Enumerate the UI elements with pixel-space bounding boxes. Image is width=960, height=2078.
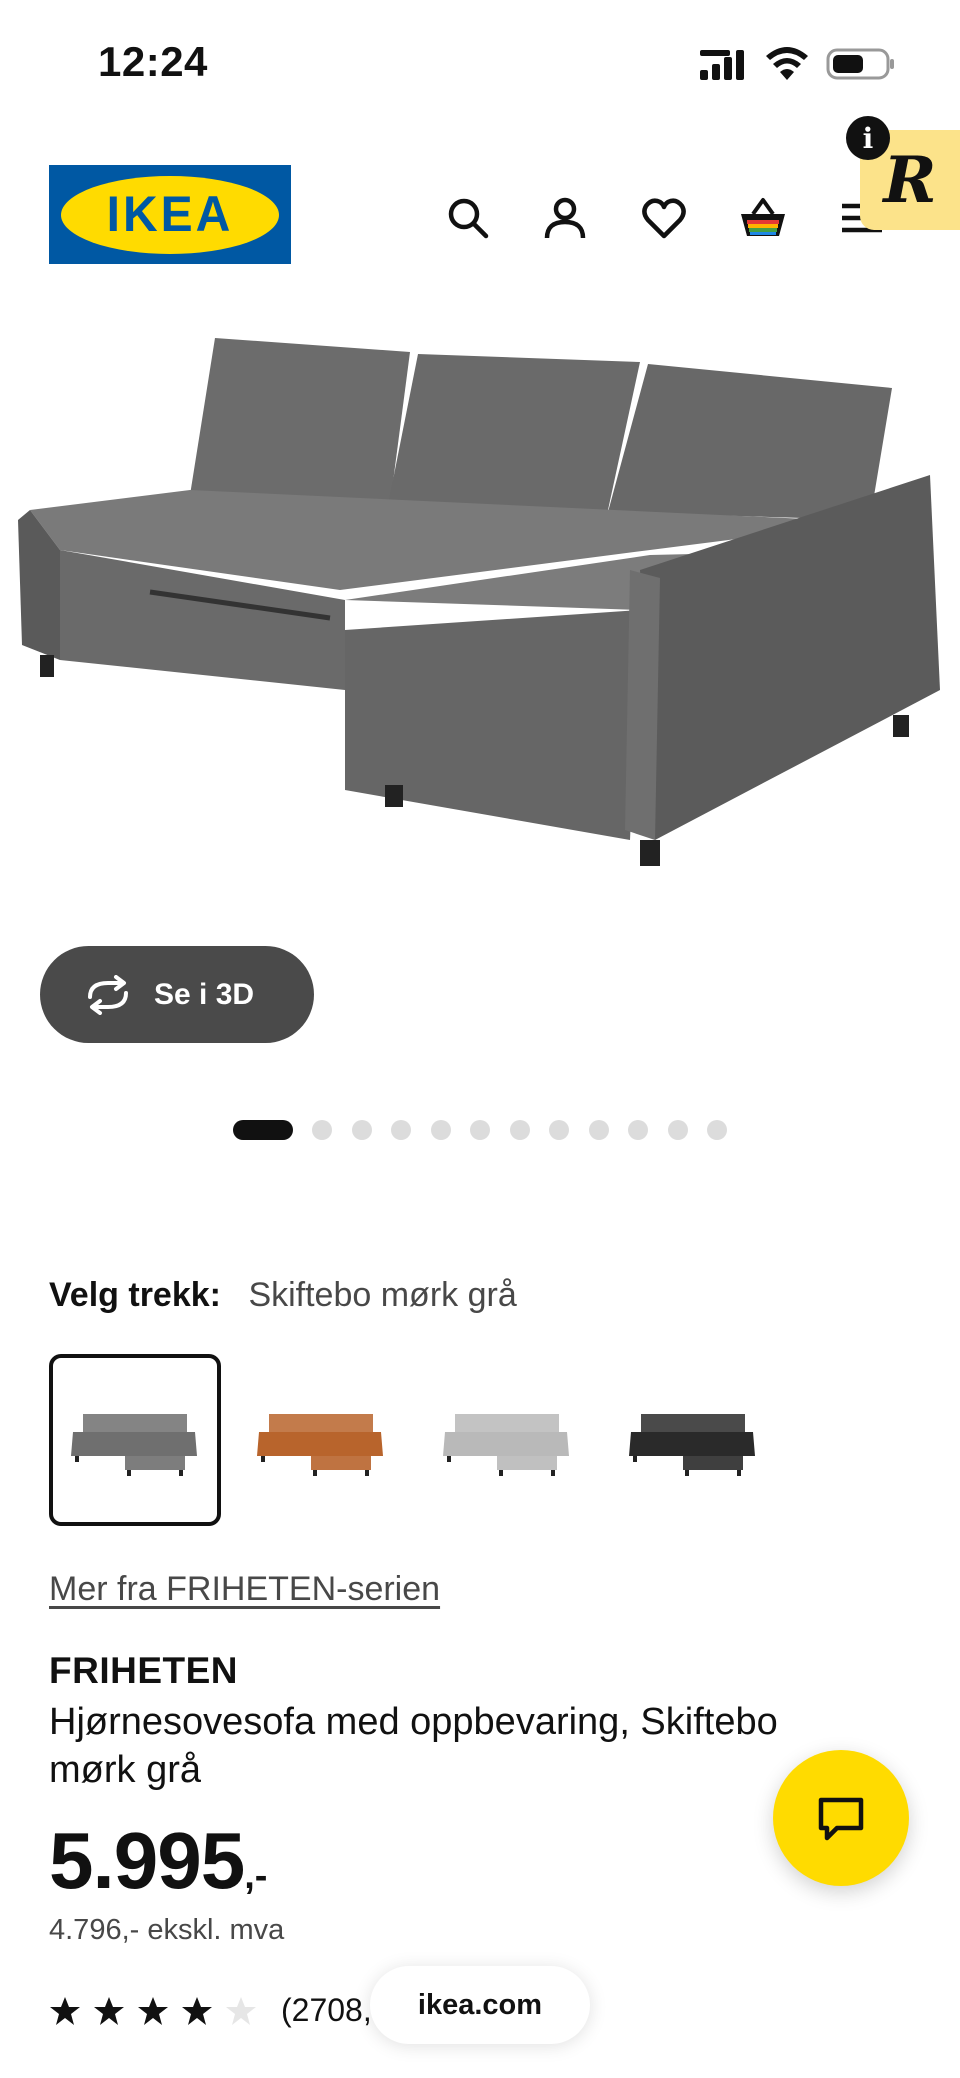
pagination-dot[interactable] bbox=[509, 1120, 530, 1140]
review-count: (2708, bbox=[281, 1992, 372, 2028]
star-filled-icon bbox=[50, 1996, 80, 2025]
sofa-thumbnail-icon bbox=[257, 1414, 383, 1476]
cover-swatches bbox=[49, 1354, 793, 1526]
product-image-sofa[interactable] bbox=[0, 310, 960, 950]
basket-button[interactable] bbox=[735, 190, 791, 246]
cover-swatch[interactable] bbox=[421, 1354, 593, 1526]
pagination-dot[interactable] bbox=[470, 1120, 490, 1140]
pagination-dot[interactable] bbox=[707, 1120, 727, 1140]
heart-icon bbox=[642, 198, 686, 239]
cover-swatch[interactable] bbox=[607, 1354, 779, 1526]
pagination-dot[interactable] bbox=[233, 1120, 293, 1140]
cover-swatch[interactable] bbox=[49, 1354, 221, 1526]
logo-text: IKEA bbox=[106, 186, 234, 243]
profile-icon bbox=[544, 197, 586, 239]
view-3d-label: Se i 3D bbox=[154, 977, 255, 1011]
favourites-button[interactable] bbox=[636, 190, 692, 246]
star-filled-icon bbox=[138, 1996, 168, 2025]
pagination-dot[interactable] bbox=[351, 1120, 372, 1140]
sofa-thumbnail-icon bbox=[71, 1414, 197, 1476]
image-pagination bbox=[233, 1120, 747, 1140]
pagination-dot[interactable] bbox=[312, 1120, 332, 1140]
cover-swatch[interactable] bbox=[235, 1354, 407, 1526]
browser-url-bar[interactable]: ikea.com bbox=[370, 1966, 590, 2044]
cellular-signal-icon bbox=[700, 50, 744, 80]
logo-oval: IKEA bbox=[61, 175, 279, 254]
cover-selector-label: Velg trekk: Skiftebo mørk grå bbox=[49, 1276, 517, 1315]
info-icon[interactable]: i bbox=[846, 116, 890, 160]
ikea-logo[interactable]: IKEA bbox=[49, 165, 291, 264]
battery-icon bbox=[826, 48, 894, 80]
site-header: IKEA R i bbox=[0, 110, 960, 310]
pagination-dot[interactable] bbox=[667, 1120, 688, 1140]
sofa-thumbnail-icon bbox=[443, 1414, 569, 1476]
price-excl-vat: 4.796,- ekskl. mva bbox=[49, 1914, 285, 1946]
star-filled-icon bbox=[94, 1996, 124, 2025]
product-description: Hjørnesovesofa med oppbevaring, Skiftebo… bbox=[49, 1701, 778, 1791]
profile-button[interactable] bbox=[537, 190, 593, 246]
extension-letter: R bbox=[883, 142, 937, 218]
basket-icon bbox=[741, 198, 785, 236]
rotate-icon bbox=[88, 974, 128, 1015]
price-suffix: ,- bbox=[244, 1855, 268, 1897]
pagination-dot[interactable] bbox=[588, 1120, 609, 1140]
pagination-dot[interactable] bbox=[549, 1120, 569, 1140]
pagination-dot[interactable] bbox=[430, 1120, 451, 1140]
pagination-dot[interactable] bbox=[628, 1120, 648, 1140]
product-price: 5.995,- bbox=[49, 1815, 267, 1907]
view-3d-button[interactable]: Se i 3D bbox=[40, 946, 314, 1043]
cover-label-title: Velg trekk: bbox=[49, 1276, 221, 1314]
product-rating[interactable]: (2708, bbox=[49, 1992, 372, 2029]
star-empty-icon bbox=[226, 1996, 256, 2025]
pagination-dot[interactable] bbox=[391, 1120, 411, 1140]
chat-button[interactable] bbox=[773, 1750, 909, 1886]
price-main: 5.995 bbox=[49, 1816, 245, 1905]
wifi-icon bbox=[766, 47, 808, 80]
product-name: FRIHETEN bbox=[49, 1650, 238, 1691]
star-filled-icon bbox=[182, 1996, 212, 2025]
sofa-thumbnail-icon bbox=[629, 1414, 755, 1476]
search-button[interactable] bbox=[440, 190, 496, 246]
series-link[interactable]: Mer fra FRIHETEN-serien bbox=[49, 1570, 440, 1609]
chat-icon bbox=[818, 1797, 864, 1841]
cover-label-value: Skiftebo mørk grå bbox=[248, 1276, 517, 1314]
status-bar: 12:24 bbox=[0, 0, 960, 110]
status-time: 12:24 bbox=[98, 38, 208, 85]
search-icon bbox=[448, 198, 489, 239]
